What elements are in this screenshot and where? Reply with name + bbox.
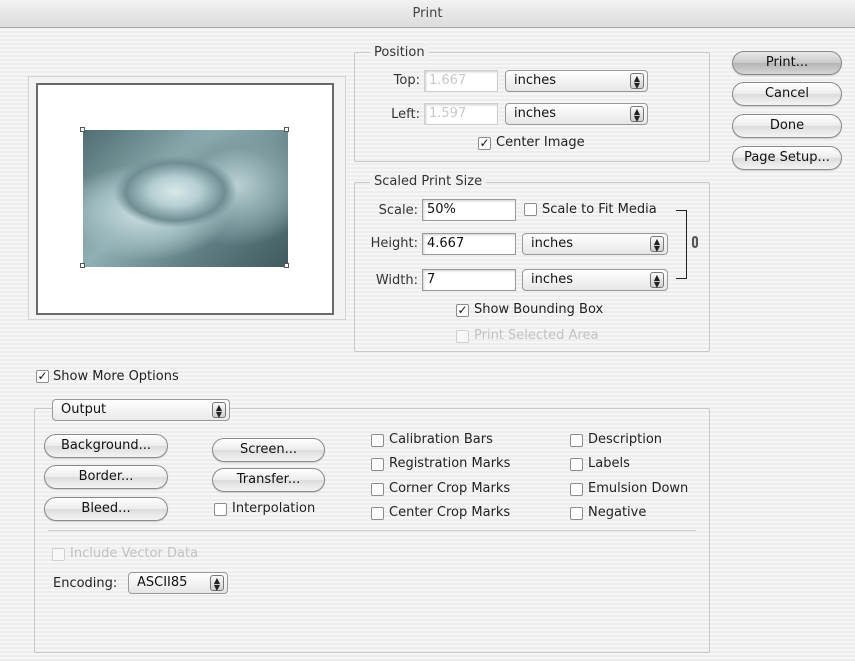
- stepper-arrows-icon: ▲ ▼: [630, 106, 644, 123]
- encoding-select[interactable]: ASCII85 ▲ ▼: [128, 572, 228, 594]
- negative-checkbox[interactable]: [570, 507, 583, 520]
- border-button[interactable]: Border...: [44, 465, 168, 489]
- window-title: Print: [0, 0, 855, 28]
- stepper-arrows-icon: ▲ ▼: [650, 236, 664, 253]
- print-dialog: Print Position Top: 1.667 inches ▲ ▼ Left…: [0, 0, 855, 661]
- registration-marks-label: Registration Marks: [389, 456, 511, 471]
- show-more-options-checkbox[interactable]: ✓: [36, 370, 49, 383]
- show-more-options-label: Show More Options: [53, 369, 179, 384]
- scale-to-fit-checkbox[interactable]: [524, 203, 537, 216]
- stepper-arrows-icon: ▲ ▼: [650, 272, 664, 289]
- bounding-handle-br[interactable]: [284, 263, 289, 268]
- width-unit-value: inches: [531, 272, 574, 287]
- top-unit-value: inches: [514, 73, 557, 88]
- bleed-button[interactable]: Bleed...: [44, 497, 168, 521]
- center-crop-marks-label: Center Crop Marks: [389, 505, 511, 520]
- done-button[interactable]: Done: [732, 114, 842, 138]
- labels-checkbox[interactable]: [570, 458, 583, 471]
- negative-label: Negative: [588, 505, 647, 520]
- page-setup-button[interactable]: Page Setup...: [732, 146, 842, 170]
- show-bounding-box-checkbox[interactable]: ✓: [456, 304, 469, 317]
- print-selected-area-label: Print Selected Area: [474, 328, 599, 343]
- calibration-bars-checkbox[interactable]: [371, 434, 384, 447]
- interpolation-label: Interpolation: [232, 501, 316, 516]
- include-vector-data-checkbox[interactable]: [52, 548, 65, 561]
- print-button[interactable]: Print...: [732, 51, 842, 75]
- position-legend: Position: [370, 45, 429, 60]
- corner-crop-marks-checkbox[interactable]: [371, 483, 384, 496]
- emulsion-down-checkbox[interactable]: [570, 483, 583, 496]
- center-image-label: Center Image: [496, 135, 585, 150]
- link-chain-icon: [692, 236, 698, 248]
- top-label: Top:: [393, 73, 420, 88]
- width-field[interactable]: 7: [422, 269, 516, 291]
- stepper-arrows-icon: ▲ ▼: [210, 575, 224, 592]
- options-dropdown[interactable]: Output ▲ ▼: [52, 399, 230, 421]
- include-vector-data-label: Include Vector Data: [70, 546, 199, 561]
- show-bounding-box-label: Show Bounding Box: [474, 302, 604, 317]
- calibration-bars-label: Calibration Bars: [389, 432, 493, 447]
- scale-field[interactable]: 50%: [422, 199, 516, 221]
- emulsion-down-label: Emulsion Down: [588, 481, 689, 496]
- cancel-button[interactable]: Cancel: [732, 82, 842, 106]
- scale-label: Scale:: [378, 203, 418, 218]
- corner-crop-marks-label: Corner Crop Marks: [389, 481, 511, 496]
- top-unit-select[interactable]: inches ▲ ▼: [505, 70, 648, 92]
- encoding-value: ASCII85: [137, 575, 188, 590]
- labels-label: Labels: [588, 456, 630, 471]
- width-label: Width:: [375, 273, 418, 288]
- bracket-vertical: [676, 210, 687, 278]
- left-field[interactable]: 1.597: [424, 103, 498, 125]
- height-label: Height:: [370, 236, 418, 251]
- preview-image[interactable]: [83, 130, 288, 267]
- print-selected-area-checkbox[interactable]: [456, 330, 469, 343]
- left-unit-value: inches: [514, 106, 557, 121]
- screen-button[interactable]: Screen...: [212, 438, 325, 462]
- description-label: Description: [588, 432, 663, 447]
- encoding-label: Encoding:: [53, 576, 118, 591]
- transfer-button[interactable]: Transfer...: [212, 468, 325, 492]
- bounding-handle-tl[interactable]: [80, 127, 85, 132]
- scaled-legend: Scaled Print Size: [370, 174, 487, 189]
- left-label: Left:: [391, 107, 420, 122]
- height-unit-select[interactable]: inches ▲ ▼: [522, 233, 668, 255]
- registration-marks-checkbox[interactable]: [371, 458, 384, 471]
- height-field[interactable]: 4.667: [422, 233, 516, 255]
- bounding-handle-tr[interactable]: [284, 127, 289, 132]
- left-unit-select[interactable]: inches ▲ ▼: [505, 103, 648, 125]
- width-unit-select[interactable]: inches ▲ ▼: [522, 269, 668, 291]
- output-divider: [48, 530, 696, 531]
- background-button[interactable]: Background...: [44, 434, 168, 458]
- center-crop-marks-checkbox[interactable]: [371, 507, 384, 520]
- stepper-arrows-icon: ▲ ▼: [630, 73, 644, 90]
- interpolation-checkbox[interactable]: [214, 503, 227, 516]
- bracket-bottom: [676, 278, 687, 279]
- center-image-checkbox[interactable]: ✓: [478, 137, 491, 150]
- top-field[interactable]: 1.667: [424, 70, 498, 92]
- scale-to-fit-label: Scale to Fit Media: [542, 202, 657, 217]
- description-checkbox[interactable]: [570, 434, 583, 447]
- stepper-arrows-icon: ▲ ▼: [212, 402, 226, 419]
- bounding-handle-bl[interactable]: [80, 263, 85, 268]
- height-unit-value: inches: [531, 236, 574, 251]
- options-dropdown-value: Output: [61, 402, 107, 417]
